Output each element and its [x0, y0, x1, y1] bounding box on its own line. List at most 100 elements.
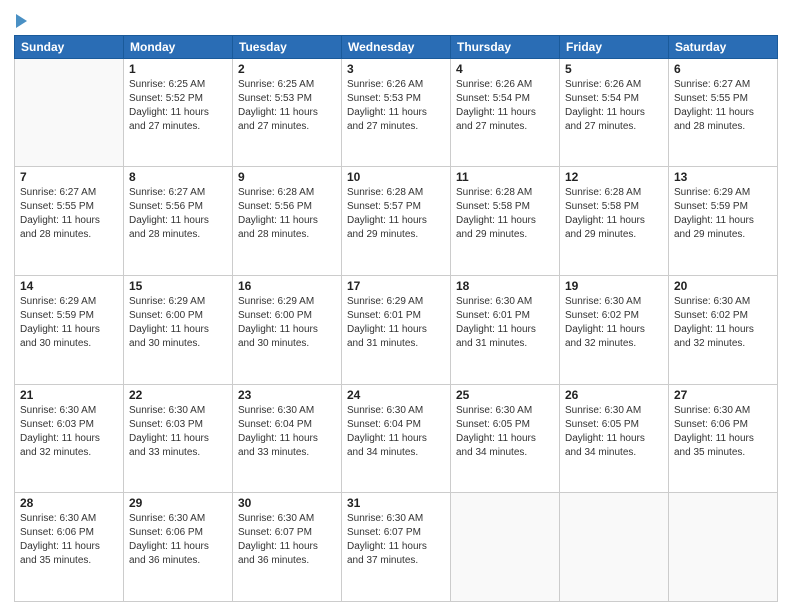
calendar-day-header: Sunday — [15, 35, 124, 58]
calendar-day-cell: 23 Sunrise: 6:30 AMSunset: 6:04 PMDayligh… — [233, 384, 342, 493]
calendar-day-cell: 1 Sunrise: 6:25 AMSunset: 5:52 PMDaylight… — [124, 58, 233, 167]
day-info: Sunrise: 6:27 AMSunset: 5:55 PMDaylight:… — [20, 186, 118, 242]
calendar-day-cell: 14 Sunrise: 6:29 AMSunset: 5:59 PMDayligh… — [15, 276, 124, 385]
calendar-day-cell: 11 Sunrise: 6:28 AMSunset: 5:58 PMDayligh… — [451, 167, 560, 276]
day-info: Sunrise: 6:25 AMSunset: 5:53 PMDaylight:… — [238, 78, 336, 134]
day-info: Sunrise: 6:30 AMSunset: 6:05 PMDaylight:… — [456, 404, 554, 460]
day-number: 15 — [129, 279, 227, 293]
calendar-day-cell: 9 Sunrise: 6:28 AMSunset: 5:56 PMDaylight… — [233, 167, 342, 276]
day-number: 9 — [238, 170, 336, 184]
day-number: 31 — [347, 496, 445, 510]
day-info: Sunrise: 6:30 AMSunset: 6:04 PMDaylight:… — [238, 404, 336, 460]
day-info: Sunrise: 6:30 AMSunset: 6:02 PMDaylight:… — [674, 295, 772, 351]
day-number: 24 — [347, 388, 445, 402]
day-info: Sunrise: 6:27 AMSunset: 5:55 PMDaylight:… — [674, 78, 772, 134]
calendar-day-cell: 13Sunrise: 6:29 AMSunset: 5:59 PMDayligh… — [669, 167, 778, 276]
calendar-day-header: Friday — [560, 35, 669, 58]
day-number: 17 — [347, 279, 445, 293]
day-info: Sunrise: 6:30 AMSunset: 6:01 PMDaylight:… — [456, 295, 554, 351]
logo-arrow-icon — [16, 14, 27, 28]
page: SundayMondayTuesdayWednesdayThursdayFrid… — [0, 0, 792, 612]
day-info: Sunrise: 6:28 AMSunset: 5:58 PMDaylight:… — [565, 186, 663, 242]
day-number: 6 — [674, 62, 772, 76]
day-number: 8 — [129, 170, 227, 184]
day-number: 29 — [129, 496, 227, 510]
day-info: Sunrise: 6:27 AMSunset: 5:56 PMDaylight:… — [129, 186, 227, 242]
day-number: 5 — [565, 62, 663, 76]
day-info: Sunrise: 6:29 AMSunset: 6:01 PMDaylight:… — [347, 295, 445, 351]
calendar-day-cell: 10Sunrise: 6:28 AMSunset: 5:57 PMDayligh… — [342, 167, 451, 276]
day-number: 27 — [674, 388, 772, 402]
calendar-week-row: 14 Sunrise: 6:29 AMSunset: 5:59 PMDayligh… — [15, 276, 778, 385]
day-info: Sunrise: 6:29 AMSunset: 5:59 PMDaylight:… — [20, 295, 118, 351]
calendar-day-cell: 25 Sunrise: 6:30 AMSunset: 6:05 PMDayligh… — [451, 384, 560, 493]
day-info: Sunrise: 6:28 AMSunset: 5:58 PMDaylight:… — [456, 186, 554, 242]
header — [14, 10, 778, 29]
day-number: 11 — [456, 170, 554, 184]
calendar-day-header: Tuesday — [233, 35, 342, 58]
day-info: Sunrise: 6:30 AMSunset: 6:07 PMDaylight:… — [347, 512, 445, 568]
calendar-day-cell: 7Sunrise: 6:27 AMSunset: 5:55 PMDaylight… — [15, 167, 124, 276]
calendar-day-cell — [560, 493, 669, 602]
calendar-day-cell: 2 Sunrise: 6:25 AMSunset: 5:53 PMDaylight… — [233, 58, 342, 167]
calendar-day-cell — [451, 493, 560, 602]
calendar-week-row: 28 Sunrise: 6:30 AMSunset: 6:06 PMDayligh… — [15, 493, 778, 602]
calendar-day-cell: 21 Sunrise: 6:30 AMSunset: 6:03 PMDayligh… — [15, 384, 124, 493]
calendar-day-cell: 26 Sunrise: 6:30 AMSunset: 6:05 PMDayligh… — [560, 384, 669, 493]
calendar-day-cell: 28 Sunrise: 6:30 AMSunset: 6:06 PMDayligh… — [15, 493, 124, 602]
calendar-day-cell: 5 Sunrise: 6:26 AMSunset: 5:54 PMDaylight… — [560, 58, 669, 167]
calendar-day-header: Monday — [124, 35, 233, 58]
calendar-day-cell: 12 Sunrise: 6:28 AMSunset: 5:58 PMDayligh… — [560, 167, 669, 276]
day-number: 28 — [20, 496, 118, 510]
day-number: 26 — [565, 388, 663, 402]
day-info: Sunrise: 6:28 AMSunset: 5:56 PMDaylight:… — [238, 186, 336, 242]
day-info: Sunrise: 6:28 AMSunset: 5:57 PMDaylight:… — [347, 186, 445, 242]
day-info: Sunrise: 6:30 AMSunset: 6:06 PMDaylight:… — [674, 404, 772, 460]
day-info: Sunrise: 6:30 AMSunset: 6:03 PMDaylight:… — [129, 404, 227, 460]
day-number: 19 — [565, 279, 663, 293]
calendar-day-cell: 22Sunrise: 6:30 AMSunset: 6:03 PMDayligh… — [124, 384, 233, 493]
day-number: 23 — [238, 388, 336, 402]
calendar-week-row: 21 Sunrise: 6:30 AMSunset: 6:03 PMDayligh… — [15, 384, 778, 493]
calendar-day-header: Saturday — [669, 35, 778, 58]
day-info: Sunrise: 6:29 AMSunset: 6:00 PMDaylight:… — [238, 295, 336, 351]
day-info: Sunrise: 6:29 AMSunset: 6:00 PMDaylight:… — [129, 295, 227, 351]
day-number: 4 — [456, 62, 554, 76]
day-number: 20 — [674, 279, 772, 293]
day-info: Sunrise: 6:25 AMSunset: 5:52 PMDaylight:… — [129, 78, 227, 134]
day-number: 25 — [456, 388, 554, 402]
calendar-day-cell: 30Sunrise: 6:30 AMSunset: 6:07 PMDayligh… — [233, 493, 342, 602]
day-info: Sunrise: 6:29 AMSunset: 5:59 PMDaylight:… — [674, 186, 772, 242]
calendar-day-cell: 29Sunrise: 6:30 AMSunset: 6:06 PMDayligh… — [124, 493, 233, 602]
calendar-day-cell — [669, 493, 778, 602]
calendar-day-header: Wednesday — [342, 35, 451, 58]
day-info: Sunrise: 6:26 AMSunset: 5:53 PMDaylight:… — [347, 78, 445, 134]
calendar-day-cell: 19 Sunrise: 6:30 AMSunset: 6:02 PMDayligh… — [560, 276, 669, 385]
calendar-day-cell: 8 Sunrise: 6:27 AMSunset: 5:56 PMDaylight… — [124, 167, 233, 276]
day-number: 1 — [129, 62, 227, 76]
calendar-day-cell: 27 Sunrise: 6:30 AMSunset: 6:06 PMDayligh… — [669, 384, 778, 493]
day-number: 18 — [456, 279, 554, 293]
calendar-day-header: Thursday — [451, 35, 560, 58]
day-number: 2 — [238, 62, 336, 76]
day-info: Sunrise: 6:30 AMSunset: 6:02 PMDaylight:… — [565, 295, 663, 351]
calendar-table: SundayMondayTuesdayWednesdayThursdayFrid… — [14, 35, 778, 602]
day-info: Sunrise: 6:30 AMSunset: 6:06 PMDaylight:… — [20, 512, 118, 568]
calendar-day-cell: 20 Sunrise: 6:30 AMSunset: 6:02 PMDayligh… — [669, 276, 778, 385]
day-number: 30 — [238, 496, 336, 510]
calendar-day-cell: 24 Sunrise: 6:30 AMSunset: 6:04 PMDayligh… — [342, 384, 451, 493]
day-number: 21 — [20, 388, 118, 402]
calendar-day-cell: 17 Sunrise: 6:29 AMSunset: 6:01 PMDayligh… — [342, 276, 451, 385]
day-info: Sunrise: 6:30 AMSunset: 6:05 PMDaylight:… — [565, 404, 663, 460]
day-info: Sunrise: 6:30 AMSunset: 6:03 PMDaylight:… — [20, 404, 118, 460]
logo — [14, 10, 94, 29]
calendar-week-row: 1 Sunrise: 6:25 AMSunset: 5:52 PMDaylight… — [15, 58, 778, 167]
day-info: Sunrise: 6:30 AMSunset: 6:04 PMDaylight:… — [347, 404, 445, 460]
calendar-day-cell: 16Sunrise: 6:29 AMSunset: 6:00 PMDayligh… — [233, 276, 342, 385]
calendar-day-cell — [15, 58, 124, 167]
calendar-day-cell: 6 Sunrise: 6:27 AMSunset: 5:55 PMDaylight… — [669, 58, 778, 167]
day-info: Sunrise: 6:26 AMSunset: 5:54 PMDaylight:… — [565, 78, 663, 134]
day-info: Sunrise: 6:26 AMSunset: 5:54 PMDaylight:… — [456, 78, 554, 134]
day-number: 14 — [20, 279, 118, 293]
day-number: 12 — [565, 170, 663, 184]
